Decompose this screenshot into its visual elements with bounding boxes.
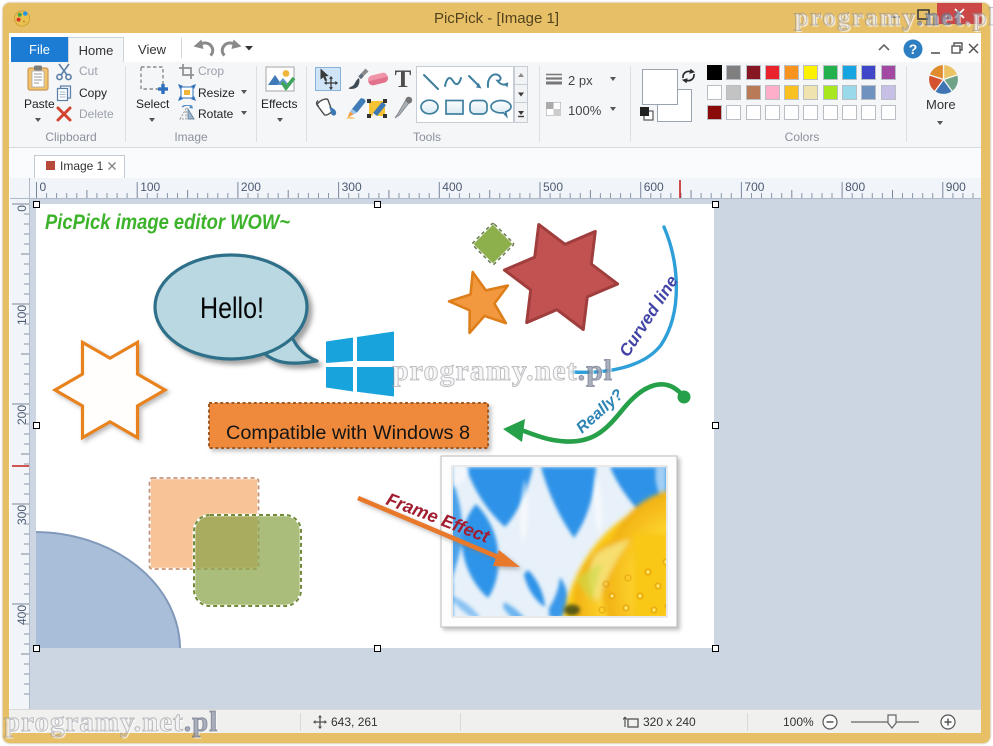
svg-text:100: 100 — [15, 305, 29, 325]
svg-text:Compatible with Windows 8: Compatible with Windows 8 — [226, 423, 470, 444]
svg-text:100: 100 — [140, 180, 160, 194]
svg-text:800: 800 — [845, 180, 865, 194]
svg-text:Hello!: Hello! — [200, 292, 264, 325]
svg-text:500: 500 — [543, 180, 563, 194]
svg-text:200: 200 — [241, 180, 261, 194]
svg-text:400: 400 — [15, 605, 29, 625]
svg-text:T: T — [395, 67, 412, 91]
svg-text:300: 300 — [15, 505, 29, 525]
svg-text:400: 400 — [442, 180, 462, 194]
svg-text:0: 0 — [40, 180, 47, 194]
svg-text:0: 0 — [15, 205, 29, 212]
svg-text:700: 700 — [744, 180, 764, 194]
svg-text:900: 900 — [946, 180, 966, 194]
svg-text:300: 300 — [342, 180, 362, 194]
svg-text:?: ? — [909, 41, 918, 57]
svg-text:600: 600 — [644, 180, 664, 194]
svg-text:PicPick image editor WOW~: PicPick image editor WOW~ — [45, 211, 290, 234]
svg-text:200: 200 — [15, 405, 29, 425]
